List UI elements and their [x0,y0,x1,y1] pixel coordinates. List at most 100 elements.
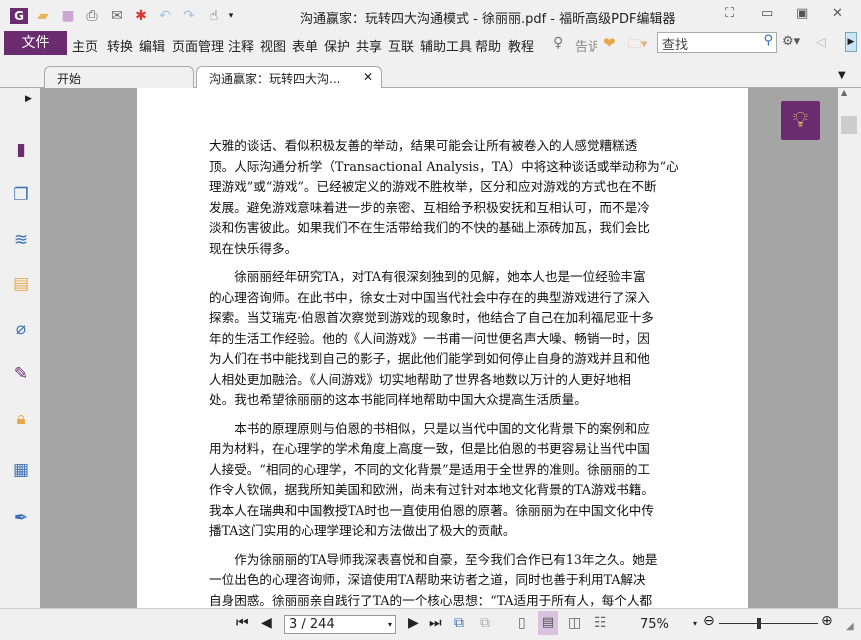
text-line: 我本人在瑞典和中国教授TA时也一直使用伯恩的原著。徐丽丽为在中国文化中传 [209,502,654,518]
gear-icon[interactable]: ⚙▾ [782,34,800,49]
text-line: 一位出色的心理咨询师，深谙使用TA帮助来访者之道，同时也善于利用TA解决 [209,572,646,587]
minimize-button[interactable]: ▭ [761,6,773,21]
close-tab-icon[interactable]: ✕ [363,70,373,84]
left-panel: ▶ ▮ ❐ ≋ ▤ ⌀ ✎ 🔒︎ ▦ ✒ [0,88,40,608]
comments-icon[interactable]: ▤ [10,274,32,296]
next-page-button[interactable]: ▶ [408,615,419,631]
page-text: 大雅的谈话、看似积极友善的举动，结果可能会让所有被卷入的人感觉糟糕透顶。人际沟通… [209,136,679,611]
text-line: 处。我也希望徐丽丽的这本书能同样地帮助中国大众提高生活质量。 [209,392,587,407]
scroll-up-icon[interactable]: ▲ [841,88,847,97]
next-view-icon[interactable]: ⧉ [480,615,490,631]
menu-page-manage[interactable]: 页面管理 [172,36,224,55]
tab-label: 沟通赢家：玩转四大沟... [209,72,341,86]
print-icon[interactable]: ⎙ [83,8,101,24]
menu-protect[interactable]: 保护 [324,36,350,55]
ribbon-right-arrow-button[interactable]: ▶ [845,32,857,52]
title-bar: G ▰ ■ ⎙ ✉ ✱ ↶ ↷ ☝ ▾ 沟通赢家：玩转四大沟通模式 - 徐丽丽.… [0,0,861,32]
tab-start[interactable]: 开始 [44,66,194,88]
menu-edit[interactable]: 编辑 [139,36,165,55]
menu-comment[interactable]: 注释 [228,36,254,55]
signature-icon[interactable]: ✎ [10,364,32,386]
security-lock-icon[interactable]: 🔒︎ [10,409,32,431]
customize-dropdown-icon[interactable]: ▾ [222,8,240,24]
maximize-button[interactable]: ▣ [796,6,808,21]
tab-document[interactable]: 沟通赢家：玩转四大沟... ✕ [196,66,382,88]
menu-accessibility[interactable]: 辅助工具 [420,36,472,55]
open-folder-icon[interactable]: ▰ [34,8,52,24]
text-line: 大雅的谈话、看似积极友善的举动，结果可能会让所有被卷入的人感觉糟糕透 [209,138,638,153]
text-line: 人接受。“相同的心理学，不同的文化背景”是适用于全世界的准则。徐丽丽的工 [209,461,651,477]
tab-list-dropdown-icon[interactable]: ▼ [838,70,846,81]
previous-page-button[interactable]: ◀ [261,615,272,631]
page-number-input[interactable]: 3 / 244 ▾ [284,615,396,634]
fullscreen-icon[interactable]: ⛶ [725,6,734,21]
menu-tutorial[interactable]: 教程 [508,36,534,55]
zoom-slider-thumb[interactable] [757,618,761,629]
bookmarks-icon[interactable]: ❐ [10,185,32,207]
save-icon[interactable]: ■ [59,8,77,24]
form-fields-icon[interactable]: ▦ [10,460,32,482]
text-line: 为人们在书中能找到自己的影子，据此他们能学到如何停止自身的游戏并且和他 [209,351,650,366]
text-line: 现在快乐得多。 [209,240,298,256]
text-line: 顶。人际沟通分析学（Transactional Analysis，TA）中将这种… [209,158,679,174]
text-line: 的心理咨询师。在此书中，徐女士对中国当代社会中存在的典型游戏进行了深入 [209,289,650,305]
layers-icon[interactable]: ≋ [10,230,32,252]
zoom-slider[interactable] [719,623,818,624]
text-line: 发展。避免游戏意味着进一步的亲密、互相给予积极安抚和互相认可，而不是冷 [209,199,650,215]
email-icon[interactable]: ✉ [108,8,126,24]
continuous-page-icon[interactable]: ▤ [538,611,558,635]
tell-me-input[interactable]: 告诉 [575,36,597,55]
last-page-button[interactable]: ⏭ [429,615,442,631]
file-menu-button[interactable]: 文件 [4,31,67,55]
window-title: 沟通赢家：玩转四大沟通模式 - 徐丽丽.pdf - 福昕高级PDF编辑器 [300,12,676,27]
page-number: 3 / 244 [289,617,335,632]
ribbon-left-arrow-icon[interactable]: ◁ [816,35,826,50]
menu-help[interactable]: 帮助 [475,36,501,55]
zoom-in-icon[interactable]: ⊕ [821,613,833,629]
text-line: 淡和伤害彼此。如果我们不在生活带给我们的不快的基础上添砖加瓦，我们会比 [209,220,650,235]
continuous-facing-icon[interactable]: ☷ [594,615,607,631]
attachments-icon[interactable]: ⌀ [10,319,32,341]
previous-view-icon[interactable]: ⧉ [454,615,464,631]
tab-label: 开始 [57,72,82,86]
text-line: 本书的原理原则与伯恩的书相似，只是以当代中国的文化背景下的案例和应 [209,420,650,436]
app-logo-icon: G [10,8,28,24]
redo-icon[interactable]: ↷ [180,8,198,24]
text-line: 人相处更加融洽。《人间游戏》切实地帮助了世界各地数以万计的人更好地相 [209,371,631,387]
menu-connect[interactable]: 互联 [388,36,414,55]
facing-page-icon[interactable]: ◫ [568,615,581,631]
certify-icon[interactable]: ✒ [10,508,32,530]
menu-share[interactable]: 共享 [356,36,382,55]
undo-icon[interactable]: ↶ [156,8,174,24]
pages-thumbnail-icon[interactable]: ▮ [10,140,32,162]
menu-form[interactable]: 表单 [292,36,318,55]
hand-tool-icon[interactable]: ☝ [205,8,223,24]
text-line: 作令人钦佩，据我所知美国和欧洲，尚未有过针对本地文化背景的TA游戏书籍。 [209,482,654,497]
text-line: 理游戏”或“游戏”。已经被定义的游戏不胜枚举，区分和应对游戏的方式也在不断 [209,179,657,194]
expand-panel-icon[interactable]: ▶ [25,94,32,104]
menu-home[interactable]: 主页 [72,36,98,55]
text-line: 探索。当艾瑞克·伯恩首次察觉到游戏的现象时，他结合了自己在加利福尼亚十多 [209,310,654,325]
close-button[interactable]: ✕ [832,6,843,21]
text-line: 用为材料，在心理学的学术角度上高度一致，但是比伯恩的书更容易让当代中国 [209,441,650,456]
single-page-icon[interactable]: ▯ [518,615,526,631]
text-line: 徐丽丽经年研究TA，对TA有很深刻独到的见解，她本人也是一位经验丰富 [209,269,646,284]
menu-convert[interactable]: 转换 [107,36,133,55]
text-line: 播TA这门实用的心理学理论和方法做出了极大的贡献。 [209,523,516,538]
zoom-dropdown-icon[interactable]: ▾ [693,619,697,628]
heart-icon[interactable]: ❤ [603,34,616,52]
vertical-scrollbar[interactable]: ▲ [838,88,861,608]
zoom-level[interactable]: 75% [640,617,669,632]
search-icon[interactable]: ⚲ [763,33,773,48]
tips-lightbulb-button[interactable]: 💡︎ [781,101,820,140]
search-input[interactable]: 查找 ⚲ [657,32,777,53]
new-document-icon[interactable]: ✱ [132,8,150,24]
menu-view[interactable]: 视图 [260,36,286,55]
text-line: 作为徐丽丽的TA导师我深表喜悦和自豪，至今我们合作已有13年之久。她是 [209,551,658,567]
scroll-thumb[interactable] [841,116,857,134]
search-placeholder: 查找 [662,38,689,53]
lightbulb-icon[interactable]: ♀ [553,35,563,51]
first-page-button[interactable]: ⏮ [236,615,249,631]
find-folder-icon[interactable]: 🗀▾ [628,35,648,57]
zoom-out-icon[interactable]: ⊖ [703,613,715,629]
